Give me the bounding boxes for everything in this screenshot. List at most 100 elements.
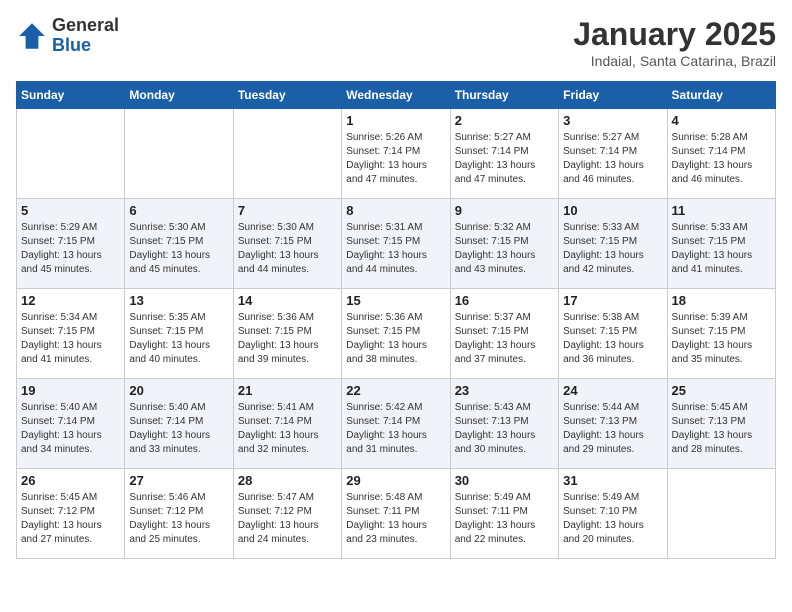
logo-general: General [52,15,119,35]
calendar-header-sunday: Sunday [17,82,125,109]
calendar-header-wednesday: Wednesday [342,82,450,109]
day-info: Sunrise: 5:46 AM Sunset: 7:12 PM Dayligh… [129,491,228,547]
day-info: Sunrise: 5:35 AM Sunset: 7:15 PM Dayligh… [129,311,228,367]
day-info: Sunrise: 5:49 AM Sunset: 7:10 PM Dayligh… [563,491,662,547]
day-number: 7 [238,203,337,218]
day-number: 23 [455,383,554,398]
day-number: 19 [21,383,120,398]
day-number: 12 [21,293,120,308]
day-info: Sunrise: 5:27 AM Sunset: 7:14 PM Dayligh… [455,131,554,187]
calendar-day-cell [125,109,233,199]
day-number: 26 [21,473,120,488]
logo: General Blue [16,16,119,56]
day-number: 29 [346,473,445,488]
day-info: Sunrise: 5:44 AM Sunset: 7:13 PM Dayligh… [563,401,662,457]
calendar-week-row: 19 Sunrise: 5:40 AM Sunset: 7:14 PM Dayli… [17,379,776,469]
calendar-header-row: SundayMondayTuesdayWednesdayThursdayFrid… [17,82,776,109]
day-info: Sunrise: 5:28 AM Sunset: 7:14 PM Dayligh… [672,131,771,187]
day-number: 16 [455,293,554,308]
day-number: 14 [238,293,337,308]
day-number: 18 [672,293,771,308]
day-number: 8 [346,203,445,218]
day-number: 25 [672,383,771,398]
calendar-day-cell: 21 Sunrise: 5:41 AM Sunset: 7:14 PM Dayli… [233,379,341,469]
calendar-day-cell [667,469,775,559]
day-info: Sunrise: 5:32 AM Sunset: 7:15 PM Dayligh… [455,221,554,277]
day-info: Sunrise: 5:41 AM Sunset: 7:14 PM Dayligh… [238,401,337,457]
day-info: Sunrise: 5:45 AM Sunset: 7:12 PM Dayligh… [21,491,120,547]
day-number: 22 [346,383,445,398]
day-number: 4 [672,113,771,128]
day-info: Sunrise: 5:29 AM Sunset: 7:15 PM Dayligh… [21,221,120,277]
calendar-day-cell: 23 Sunrise: 5:43 AM Sunset: 7:13 PM Dayli… [450,379,558,469]
day-number: 31 [563,473,662,488]
calendar-week-row: 12 Sunrise: 5:34 AM Sunset: 7:15 PM Dayli… [17,289,776,379]
calendar-week-row: 1 Sunrise: 5:26 AM Sunset: 7:14 PM Daylig… [17,109,776,199]
day-info: Sunrise: 5:48 AM Sunset: 7:11 PM Dayligh… [346,491,445,547]
calendar-day-cell [17,109,125,199]
logo-icon [16,20,48,52]
day-info: Sunrise: 5:26 AM Sunset: 7:14 PM Dayligh… [346,131,445,187]
calendar-day-cell: 12 Sunrise: 5:34 AM Sunset: 7:15 PM Dayli… [17,289,125,379]
day-info: Sunrise: 5:39 AM Sunset: 7:15 PM Dayligh… [672,311,771,367]
calendar-header-thursday: Thursday [450,82,558,109]
calendar-day-cell: 6 Sunrise: 5:30 AM Sunset: 7:15 PM Daylig… [125,199,233,289]
calendar-day-cell: 24 Sunrise: 5:44 AM Sunset: 7:13 PM Dayli… [559,379,667,469]
calendar-day-cell: 25Sunrise: 5:45 AM Sunset: 7:13 PM Dayli… [667,379,775,469]
calendar-day-cell: 31 Sunrise: 5:49 AM Sunset: 7:10 PM Dayli… [559,469,667,559]
calendar-day-cell: 7 Sunrise: 5:30 AM Sunset: 7:15 PM Daylig… [233,199,341,289]
day-number: 11 [672,203,771,218]
calendar-day-cell: 9 Sunrise: 5:32 AM Sunset: 7:15 PM Daylig… [450,199,558,289]
day-info: Sunrise: 5:43 AM Sunset: 7:13 PM Dayligh… [455,401,554,457]
day-info: Sunrise: 5:33 AM Sunset: 7:15 PM Dayligh… [563,221,662,277]
day-info: Sunrise: 5:38 AM Sunset: 7:15 PM Dayligh… [563,311,662,367]
day-info: Sunrise: 5:37 AM Sunset: 7:15 PM Dayligh… [455,311,554,367]
day-info: Sunrise: 5:30 AM Sunset: 7:15 PM Dayligh… [129,221,228,277]
day-number: 10 [563,203,662,218]
day-number: 3 [563,113,662,128]
day-number: 21 [238,383,337,398]
day-info: Sunrise: 5:40 AM Sunset: 7:14 PM Dayligh… [129,401,228,457]
logo-blue: Blue [52,35,91,55]
month-title: January 2025 [573,16,776,53]
calendar-day-cell [233,109,341,199]
day-info: Sunrise: 5:33 AM Sunset: 7:15 PM Dayligh… [672,221,771,277]
calendar-header-tuesday: Tuesday [233,82,341,109]
calendar-day-cell: 29 Sunrise: 5:48 AM Sunset: 7:11 PM Dayli… [342,469,450,559]
calendar-day-cell: 28Sunrise: 5:47 AM Sunset: 7:12 PM Dayli… [233,469,341,559]
calendar-day-cell: 17 Sunrise: 5:38 AM Sunset: 7:15 PM Dayli… [559,289,667,379]
calendar-day-cell: 1 Sunrise: 5:26 AM Sunset: 7:14 PM Daylig… [342,109,450,199]
calendar-day-cell: 18 Sunrise: 5:39 AM Sunset: 7:15 PM Dayli… [667,289,775,379]
calendar-day-cell: 15Sunrise: 5:36 AM Sunset: 7:15 PM Dayli… [342,289,450,379]
day-number: 1 [346,113,445,128]
calendar-header-saturday: Saturday [667,82,775,109]
day-number: 27 [129,473,228,488]
calendar-week-row: 5 Sunrise: 5:29 AM Sunset: 7:15 PM Daylig… [17,199,776,289]
title-block: January 2025 Indaial, Santa Catarina, Br… [573,16,776,69]
page-header: General Blue January 2025 Indaial, Santa… [16,16,776,69]
day-info: Sunrise: 5:30 AM Sunset: 7:15 PM Dayligh… [238,221,337,277]
calendar-day-cell: 11 Sunrise: 5:33 AM Sunset: 7:15 PM Dayli… [667,199,775,289]
day-number: 6 [129,203,228,218]
day-number: 9 [455,203,554,218]
day-number: 15 [346,293,445,308]
day-number: 30 [455,473,554,488]
calendar-header-friday: Friday [559,82,667,109]
day-number: 2 [455,113,554,128]
calendar-day-cell: 13 Sunrise: 5:35 AM Sunset: 7:15 PM Dayli… [125,289,233,379]
day-number: 13 [129,293,228,308]
calendar-week-row: 26 Sunrise: 5:45 AM Sunset: 7:12 PM Dayli… [17,469,776,559]
day-number: 17 [563,293,662,308]
day-number: 20 [129,383,228,398]
day-number: 28 [238,473,337,488]
day-number: 5 [21,203,120,218]
calendar-header-monday: Monday [125,82,233,109]
calendar-day-cell: 16 Sunrise: 5:37 AM Sunset: 7:15 PM Dayli… [450,289,558,379]
day-info: Sunrise: 5:42 AM Sunset: 7:14 PM Dayligh… [346,401,445,457]
calendar-day-cell: 19Sunrise: 5:40 AM Sunset: 7:14 PM Dayli… [17,379,125,469]
day-info: Sunrise: 5:34 AM Sunset: 7:15 PM Dayligh… [21,311,120,367]
calendar-day-cell: 2 Sunrise: 5:27 AM Sunset: 7:14 PM Daylig… [450,109,558,199]
calendar-day-cell: 22 Sunrise: 5:42 AM Sunset: 7:14 PM Dayli… [342,379,450,469]
calendar-day-cell: 10 Sunrise: 5:33 AM Sunset: 7:15 PM Dayli… [559,199,667,289]
day-number: 24 [563,383,662,398]
